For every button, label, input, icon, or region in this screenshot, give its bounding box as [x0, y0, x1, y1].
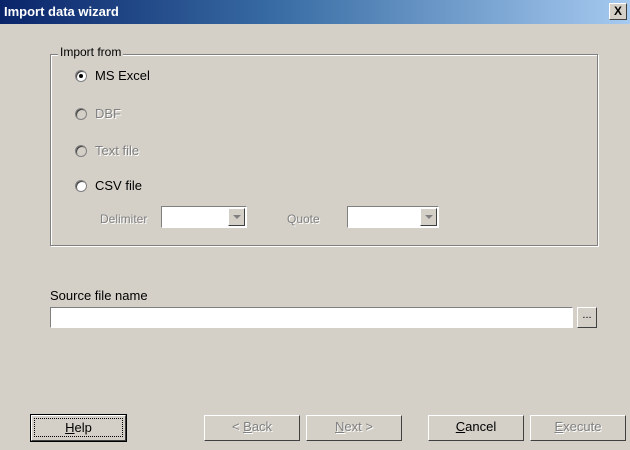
close-button[interactable]: X — [609, 3, 627, 20]
cancel-button[interactable]: Cancel — [428, 415, 524, 441]
help-button[interactable]: Help — [30, 414, 127, 442]
chevron-down-icon[interactable] — [228, 208, 245, 226]
browse-button[interactable]: ... — [577, 307, 597, 328]
window-title: Import data wizard — [4, 4, 119, 19]
radio-label: DBF — [95, 106, 121, 121]
source-file-label: Source file name — [50, 288, 148, 303]
radio-text-file: Text file — [75, 143, 139, 158]
radio-label: MS Excel — [95, 68, 150, 83]
back-button: < Back — [204, 415, 300, 441]
next-button: Next > — [306, 415, 402, 441]
execute-button: Execute — [530, 415, 626, 441]
radio-csv-file[interactable]: CSV file — [75, 178, 142, 193]
chevron-down-icon[interactable] — [420, 208, 437, 226]
radio-label: CSV file — [95, 178, 142, 193]
quote-label: Quote — [287, 212, 320, 226]
import-from-legend: Import from — [58, 45, 124, 59]
radio-circle-icon — [75, 179, 87, 192]
radio-ms-excel[interactable]: MS Excel — [75, 68, 150, 83]
delimiter-label: Delimiter — [100, 212, 148, 226]
source-file-input[interactable] — [50, 307, 573, 328]
delimiter-combo[interactable] — [161, 206, 247, 228]
radio-label: Text file — [95, 143, 140, 158]
radio-circle-icon — [75, 69, 87, 82]
quote-combo[interactable] — [347, 206, 439, 228]
radio-circle-icon — [75, 144, 87, 157]
radio-dbf: DBF — [75, 106, 121, 121]
radio-circle-icon — [75, 107, 87, 120]
